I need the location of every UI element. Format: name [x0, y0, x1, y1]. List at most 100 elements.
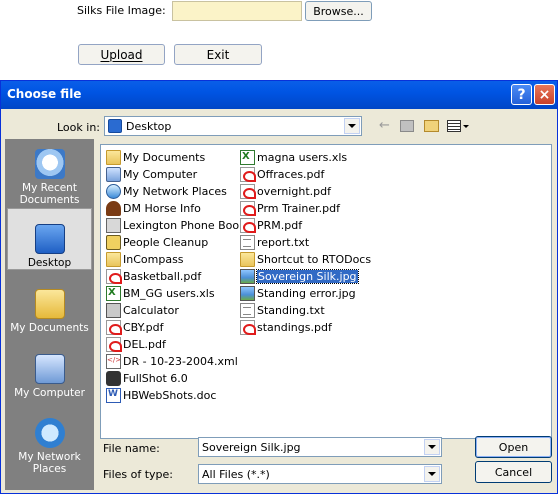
place-my-documents[interactable]: My Documents — [7, 272, 92, 334]
look-in-dropdown-arrow-icon[interactable] — [344, 118, 360, 134]
network-places-icon — [34, 418, 65, 448]
file-item-label: FullShot 6.0 — [123, 372, 188, 385]
up-folder-icon[interactable] — [400, 120, 414, 132]
file-item-label: Sovereign Silk.jpg — [256, 269, 359, 284]
open-button[interactable]: Open — [475, 436, 552, 458]
file-item-label: BM_GG users.xls — [123, 287, 215, 300]
xls-icon — [240, 150, 255, 165]
jpg-icon — [240, 286, 255, 301]
silks-file-image-label: Silks File Image: — [77, 4, 166, 17]
back-arrow-icon[interactable]: ← — [379, 119, 393, 133]
place-my-network-places[interactable]: My Network Places — [7, 401, 92, 475]
pdf-icon — [240, 201, 256, 216]
file-item-label: CBY.pdf — [123, 321, 164, 334]
cam-icon — [106, 371, 121, 386]
face-icon — [106, 235, 121, 250]
pdf-icon — [240, 320, 256, 335]
txt-icon — [240, 235, 255, 250]
file-item-label: People Cleanup — [123, 236, 209, 249]
pdf-icon — [106, 337, 122, 352]
file-item-label: DM Horse Info — [123, 202, 201, 215]
file-list-column-1: My Documents My Computer My Network Places… — [103, 149, 246, 404]
exit-label: Exit — [206, 47, 230, 62]
upload-button[interactable]: Upload — [78, 44, 165, 65]
file-item[interactable]: HBWebShots.doc — [103, 387, 246, 404]
look-in-combo[interactable]: Desktop — [104, 116, 362, 136]
file-item[interactable]: InCompass — [103, 251, 246, 268]
computer-icon — [106, 167, 121, 182]
file-item[interactable]: DEL.pdf — [103, 336, 246, 353]
file-item[interactable]: My Documents — [103, 149, 246, 166]
pdf-icon — [106, 269, 122, 284]
file-item[interactable]: DR - 10-23-2004.xml — [103, 353, 246, 370]
jpg-icon — [240, 269, 255, 284]
file-item-label: Shortcut to RTODocs — [257, 253, 372, 266]
files-of-type-select[interactable]: All Files (*.*) — [198, 464, 442, 484]
silks-file-input[interactable] — [172, 1, 302, 21]
file-list[interactable]: My Documents My Computer My Network Places… — [100, 144, 552, 439]
file-item[interactable]: CBY.pdf — [103, 319, 246, 336]
file-item[interactable]: My Computer — [103, 166, 246, 183]
file-item[interactable]: report.txt — [237, 234, 371, 251]
browse-button[interactable]: Browse... — [305, 1, 372, 21]
file-item[interactable]: Standing.txt — [237, 302, 371, 319]
recent-documents-icon — [34, 149, 65, 179]
place-my-computer[interactable]: My Computer — [7, 337, 92, 399]
new-folder-icon[interactable] — [424, 120, 439, 132]
file-item-label: Lexington Phone Book — [123, 219, 246, 232]
file-item[interactable]: DM Horse Info — [103, 200, 246, 217]
file-item[interactable]: overnight.pdf — [237, 183, 371, 200]
pdf-icon — [240, 167, 256, 182]
file-item-label: My Network Places — [123, 185, 227, 198]
file-item-label: DEL.pdf — [123, 338, 166, 351]
file-item-label: overnight.pdf — [257, 185, 331, 198]
file-item-label: My Documents — [123, 151, 206, 164]
place-desktop[interactable]: Desktop — [7, 208, 92, 270]
file-item[interactable]: PRM.pdf — [237, 217, 371, 234]
file-item[interactable]: People Cleanup — [103, 234, 246, 251]
pdf-icon — [106, 320, 122, 335]
file-item-label: Prm Trainer.pdf — [257, 202, 340, 215]
views-menu-icon[interactable] — [447, 119, 469, 133]
xml-icon — [106, 354, 121, 369]
file-item[interactable]: Lexington Phone Book — [103, 217, 246, 234]
file-name-dropdown-arrow-icon[interactable] — [424, 439, 440, 455]
file-item[interactable]: Basketball.pdf — [103, 268, 246, 285]
file-item[interactable]: FullShot 6.0 — [103, 370, 246, 387]
file-name-value: Sovereign Silk.jpg — [202, 440, 301, 454]
file-item[interactable]: standings.pdf — [237, 319, 371, 336]
cancel-button[interactable]: Cancel — [475, 461, 552, 483]
cancel-label: Cancel — [494, 465, 533, 479]
file-item[interactable]: Shortcut to RTODocs — [237, 251, 371, 268]
file-item[interactable]: Prm Trainer.pdf — [237, 200, 371, 217]
dialog-title: Choose file — [7, 87, 82, 101]
folder-icon — [106, 150, 121, 165]
place-label: My Recent Documents — [19, 182, 80, 206]
file-item-label: My Computer — [123, 168, 198, 181]
place-my-recent-documents[interactable]: My Recent Documents — [7, 144, 92, 206]
file-item[interactable]: magna users.xls — [237, 149, 371, 166]
look-in-label: Look in: — [57, 121, 100, 134]
exit-button[interactable]: Exit — [174, 44, 262, 65]
app-icon — [106, 218, 121, 233]
file-item[interactable]: Sovereign Silk.jpg — [237, 268, 371, 285]
files-of-type-dropdown-arrow-icon[interactable] — [424, 466, 440, 482]
file-item[interactable]: Calculator — [103, 302, 246, 319]
file-item-label: Basketball.pdf — [123, 270, 202, 283]
folder-icon — [240, 252, 255, 267]
file-item-label: standings.pdf — [257, 321, 332, 334]
file-item[interactable]: My Network Places — [103, 183, 246, 200]
txt-icon — [240, 303, 255, 318]
file-name-input[interactable]: Sovereign Silk.jpg — [198, 437, 442, 457]
file-item[interactable]: Offraces.pdf — [237, 166, 371, 183]
help-button[interactable]: ? — [511, 84, 532, 105]
place-label: My Documents — [10, 322, 89, 334]
folder-icon — [106, 252, 121, 267]
file-name-label: File name: — [103, 442, 160, 455]
file-item-label: DR - 10-23-2004.xml — [123, 355, 238, 368]
desktop-icon — [108, 119, 122, 133]
file-item[interactable]: Standing error.jpg — [237, 285, 371, 302]
close-button[interactable]: × — [534, 84, 555, 105]
file-item[interactable]: BM_GG users.xls — [103, 285, 246, 302]
pdf-icon — [240, 218, 256, 233]
